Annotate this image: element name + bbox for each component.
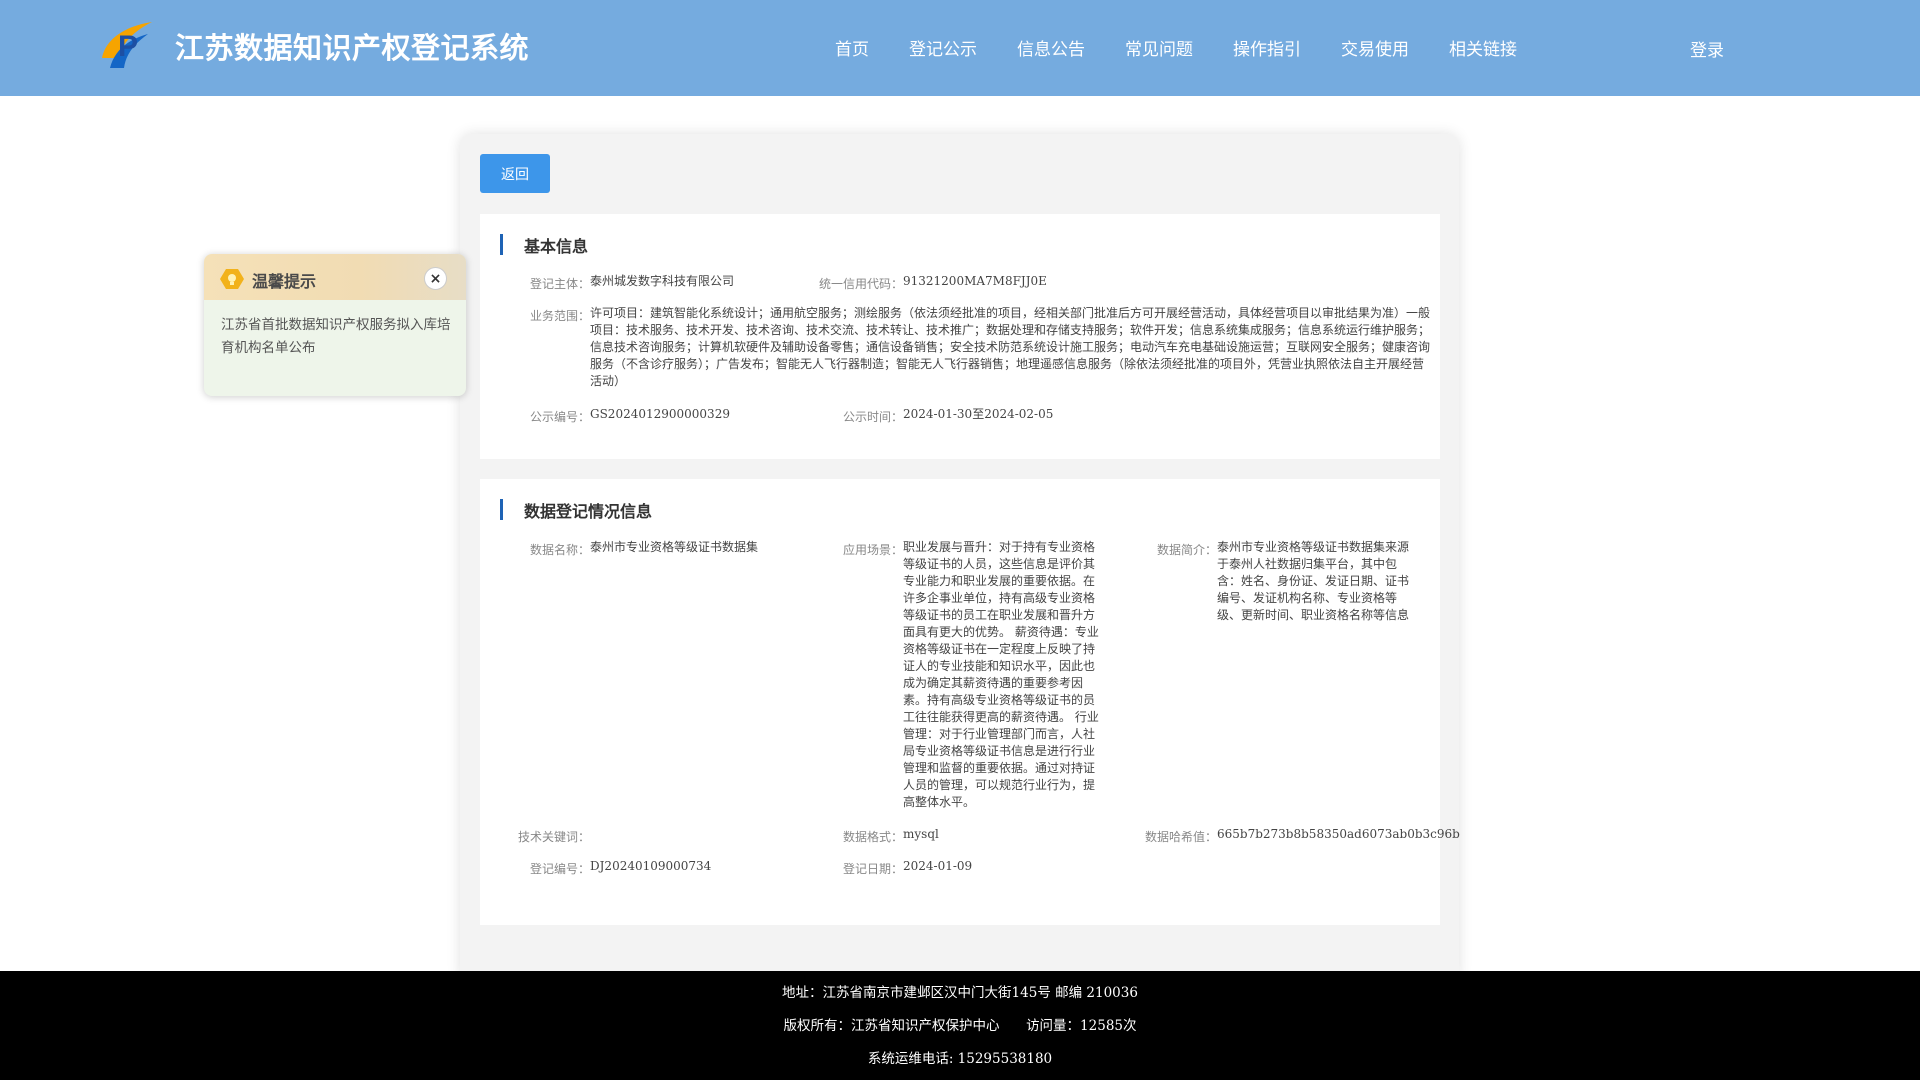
footer-copyright: 版权所有：江苏省知识产权保护中心 [783,1018,1000,1034]
tip-message-link[interactable]: 江苏省首批数据知识产权服务拟入库培育机构名单公布 [221,314,453,360]
basic-info-section: 基本信息 登记主体： 泰州城发数字科技有限公司 统一信用代码： 91321200… [480,214,1440,459]
hash-label: 数据哈希值： [1145,830,1218,844]
intro-label: 数据简介： [1157,543,1218,557]
nav-home[interactable]: 首页 [835,35,869,60]
reg-no-label: 登记编号： [530,862,591,876]
nav-announcements[interactable]: 信息公告 [1017,35,1085,60]
section-title: 数据登记情况信息 [524,502,653,521]
back-button[interactable]: 返回 [480,154,550,193]
notice-no-label: 公示编号： [530,410,591,424]
data-info-section: 数据登记情况信息 数据名称： 泰州市专业资格等级证书数据集 应用场景： 职业发展… [480,479,1460,925]
reg-date-value: 2024-01-09 [903,859,973,873]
data-name-label: 数据名称： [530,543,591,557]
tip-header: 温馨提示 × [204,254,466,300]
reg-date-label: 登记日期： [843,862,904,876]
footer-address: 地址：江苏省南京市建邺区汉中门大街145号 邮编 210036 [782,985,1138,1001]
close-icon[interactable]: × [424,267,447,290]
credit-code-value: 91321200MA7M8FJJ0E [903,274,1047,288]
subject-label: 登记主体： [530,277,591,291]
format-value: mysql [903,827,939,841]
subject-value: 泰州城发数字科技有限公司 [590,274,735,288]
login-link[interactable]: 登录 [1690,36,1724,61]
nav-registration-notice[interactable]: 登记公示 [909,35,977,60]
scenario-value: 职业发展与晋升：对于持有专业资格等级证书的人员，这些信息是评价其专业能力和职业发… [903,540,1099,809]
site-header: P 江苏数据知识产权登记系统 首页 登记公示 信息公告 常见问题 操作指引 交易… [0,0,1920,96]
notice-time-label: 公示时间： [843,410,904,424]
tip-title: 温馨提示 [252,272,317,291]
main-nav: 首页 登记公示 信息公告 常见问题 操作指引 交易使用 相关链接 [0,0,1920,96]
footer-visits: 访问量：12585次 [1026,1018,1137,1034]
intro-value: 泰州市专业资格等级证书数据集来源于泰州人社数据归集平台，其中包含：姓名、身份证、… [1217,540,1410,622]
scope-value: 许可项目：建筑智能化系统设计；通用航空服务；测绘服务（依法须经批准的项目，经相关… [590,306,1431,388]
nav-related-links[interactable]: 相关链接 [1449,35,1517,60]
section-marker [500,234,503,255]
keywords-label: 技术关键词： [518,830,591,844]
format-label: 数据格式： [843,830,904,844]
footer-copyright-row: 版权所有：江苏省知识产权保护中心 访问量：12585次 [0,1014,1920,1034]
site-footer: 地址：江苏省南京市建邺区汉中门大街145号 邮编 210036 版权所有：江苏省… [0,971,1920,1080]
notice-time-value: 2024-01-30至2024-02-05 [903,407,1054,421]
reg-no-value: DJ20240109000734 [590,859,712,873]
credit-code-label: 统一信用代码： [819,277,904,291]
nav-guide[interactable]: 操作指引 [1233,35,1301,60]
warm-tip-popup: 温馨提示 × 江苏省首批数据知识产权服务拟入库培育机构名单公布 [204,254,466,396]
section-title: 基本信息 [524,237,589,256]
nav-trade-use[interactable]: 交易使用 [1341,35,1409,60]
nav-faq[interactable]: 常见问题 [1125,35,1193,60]
lightbulb-icon [220,269,244,289]
notice-no-value: GS2024012900000329 [590,407,730,421]
scenario-label: 应用场景： [843,543,904,557]
section-marker [500,499,503,520]
footer-phone: 系统运维电话: 15295538180 [867,1051,1053,1067]
scope-label: 业务范围： [530,309,591,323]
hash-value: 665b7b273b8b58350ad6073ab0b3c96b [1217,827,1460,841]
data-name-value: 泰州市专业资格等级证书数据集 [590,540,759,554]
